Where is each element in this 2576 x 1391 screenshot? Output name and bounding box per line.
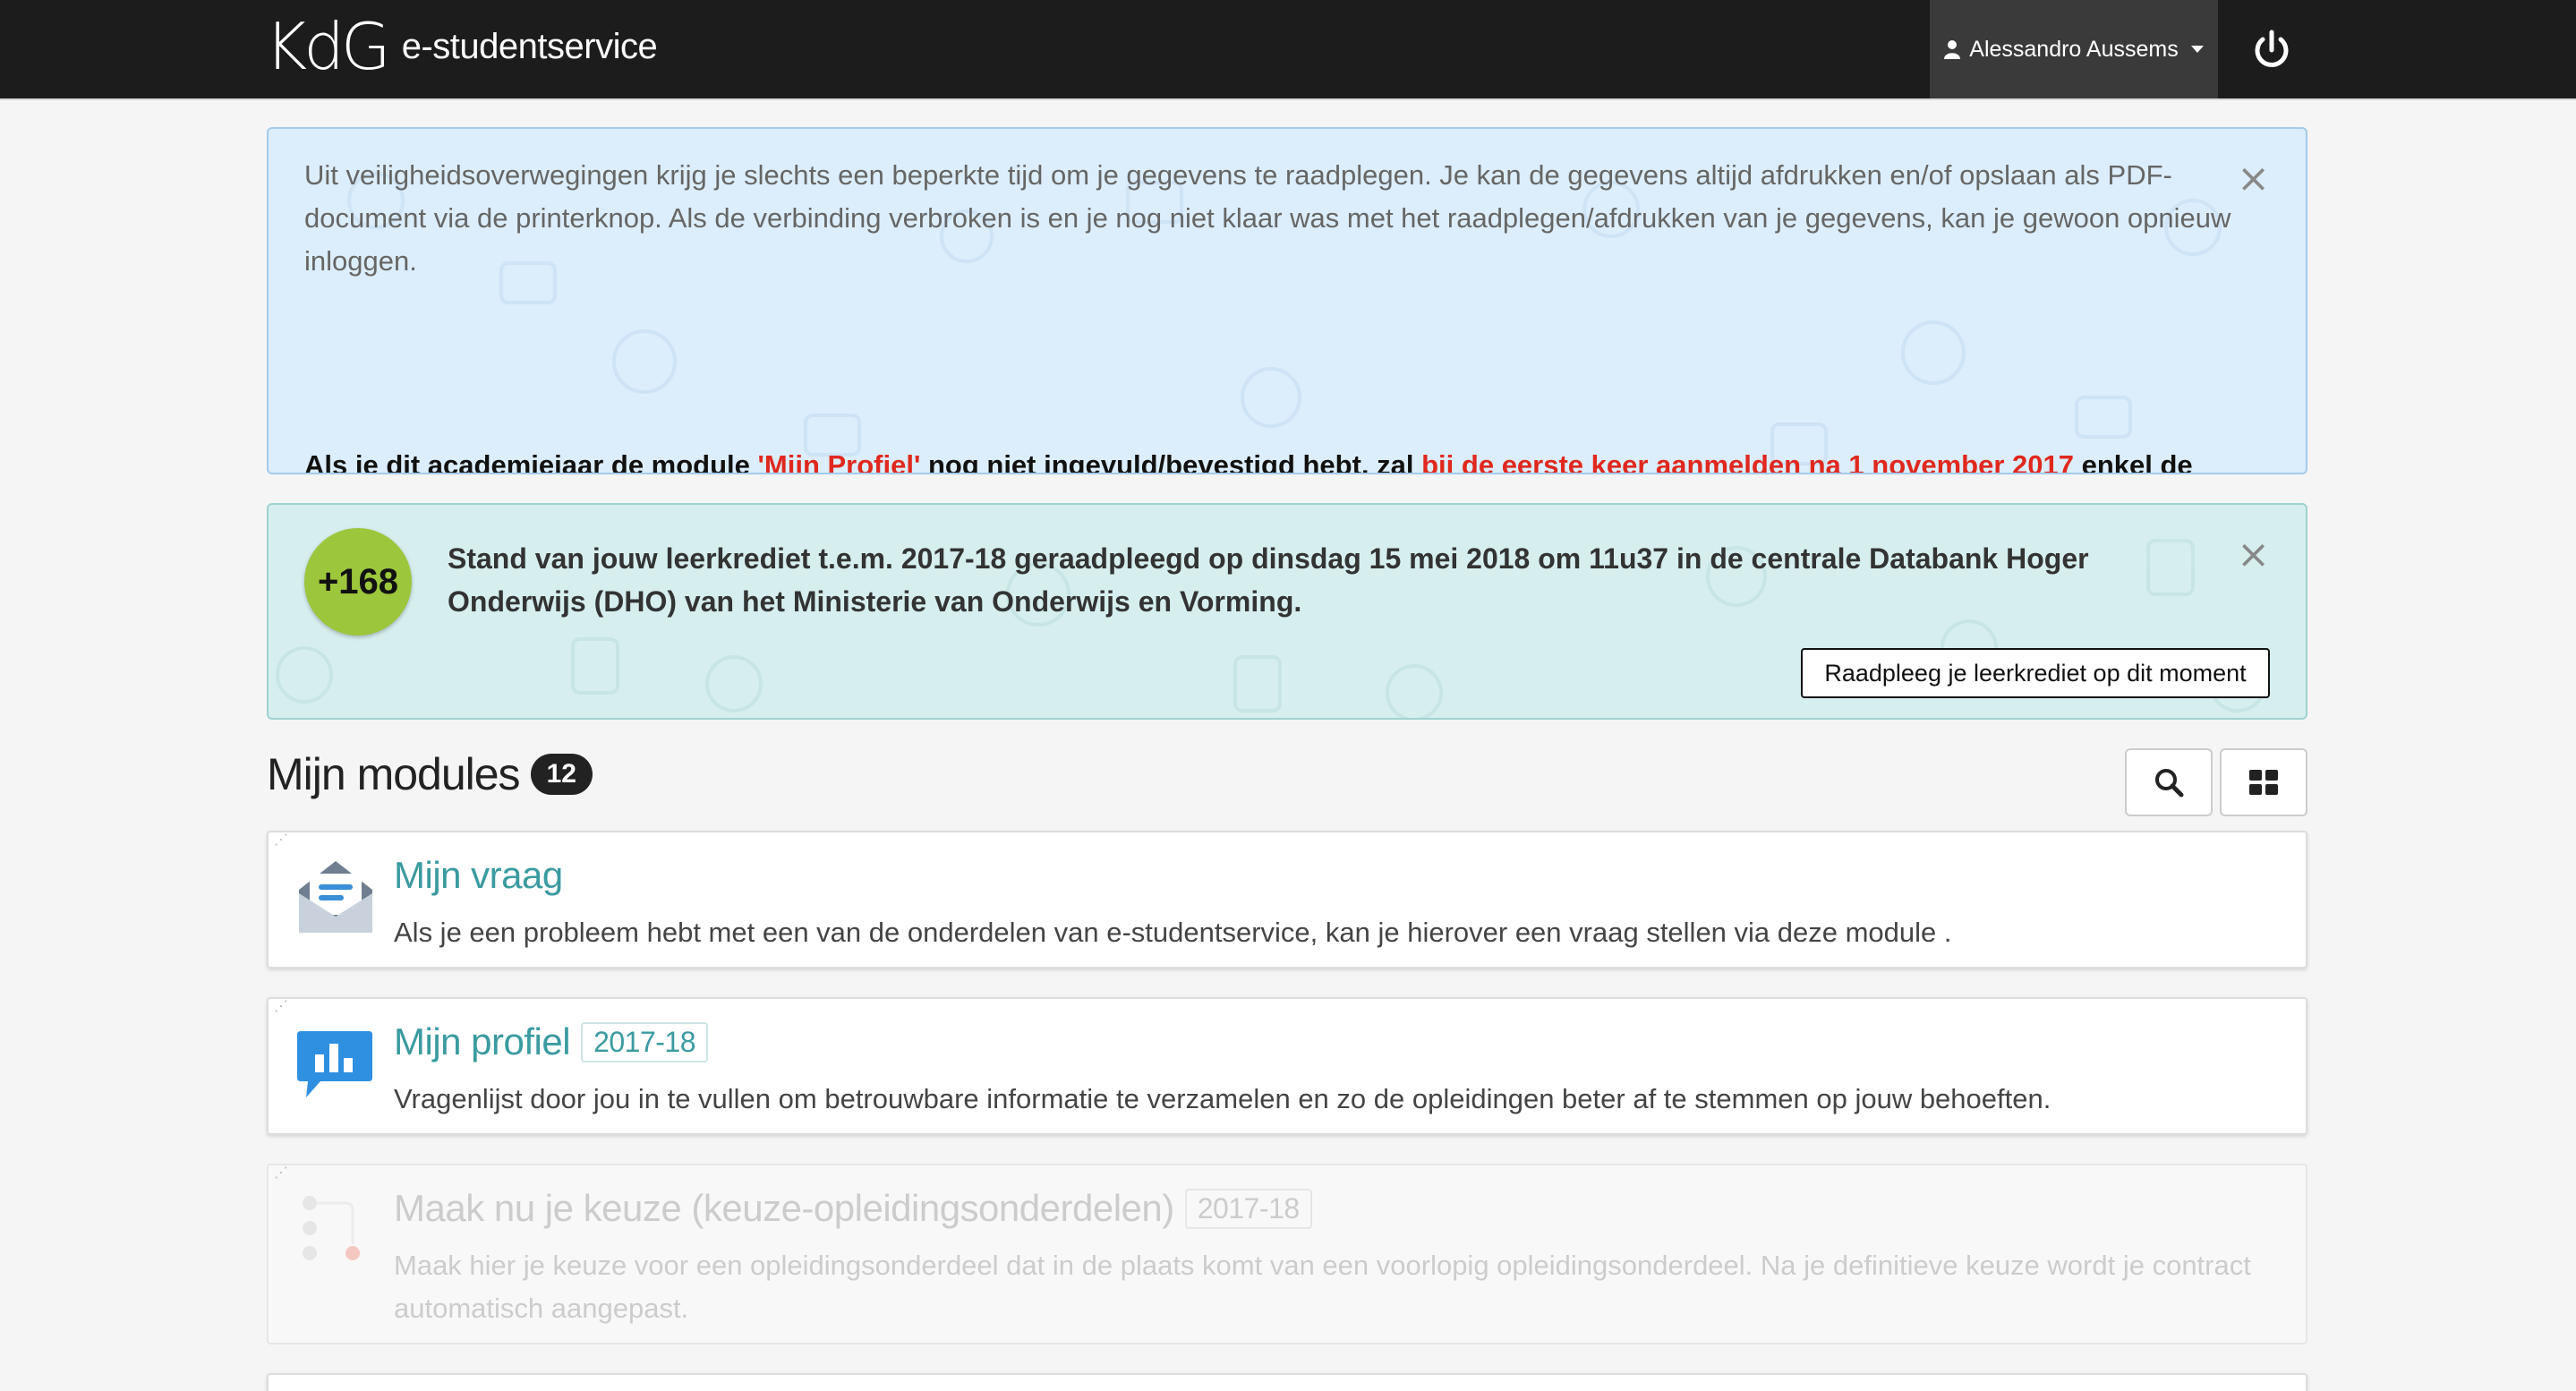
module-description: Als je een probleem hebt met een van de … bbox=[394, 917, 1952, 948]
year-badge: 2017-18 bbox=[1184, 1188, 1312, 1229]
info-alert: Uit veiligheidsoverwegingen krijg je sle… bbox=[267, 127, 2307, 474]
module-card-mijn-vraag[interactable]: ⋰ Mijn vraag Als je een probleem hebt me… bbox=[267, 831, 2307, 969]
power-icon bbox=[2255, 30, 2289, 67]
grid-icon bbox=[2249, 770, 2278, 795]
envelope-icon bbox=[299, 861, 372, 933]
module-description: Vragenlijst door jou in te vullen om bet… bbox=[394, 1083, 2051, 1114]
module-title: Maak nu je keuze (keuze-opleidingsonderd… bbox=[394, 1187, 1312, 1230]
brand-home-link[interactable]: KdG e-studentservice bbox=[265, 9, 658, 84]
search-icon bbox=[2155, 769, 2184, 798]
user-icon bbox=[1944, 40, 1961, 59]
close-icon[interactable]: × bbox=[2237, 535, 2270, 575]
drag-handle-icon[interactable]: ⋰ bbox=[274, 1000, 288, 1014]
info-notice-module: 'Mijn Profiel' bbox=[757, 449, 921, 474]
credit-badge: +168 bbox=[304, 528, 412, 636]
user-menu-dropdown[interactable]: Alessandro Aussems bbox=[1930, 0, 2218, 98]
chart-chat-icon bbox=[297, 1031, 372, 1097]
module-card-mijn-profiel[interactable]: ⋰ Mijn profiel 2017-18 Vragenlijst door … bbox=[267, 997, 2307, 1135]
module-description: Maak hier je keuze voor een opleidingson… bbox=[394, 1250, 2251, 1324]
logout-button[interactable] bbox=[2245, 23, 2299, 77]
drag-handle-icon[interactable]: ⋰ bbox=[274, 833, 288, 848]
info-notice: Als je dit academiejaar de module 'Mijn … bbox=[304, 444, 2256, 474]
top-navbar: KdG e-studentservice Alessandro Aussems bbox=[0, 0, 2576, 100]
caret-down-icon bbox=[2190, 46, 2204, 53]
choice-dots-icon bbox=[303, 1196, 360, 1260]
modules-heading: Mijn modules 12 bbox=[267, 748, 593, 800]
module-title: Mijn profiel 2017-18 bbox=[394, 1020, 709, 1063]
module-card-next[interactable] bbox=[267, 1373, 2307, 1391]
credit-alert: +168 Stand van jouw leerkrediet t.e.m. 2… bbox=[267, 503, 2307, 720]
close-icon[interactable]: × bbox=[2237, 159, 2270, 199]
year-badge: 2017-18 bbox=[581, 1021, 709, 1062]
credit-text: Stand van jouw leerkrediet t.e.m. 2017-1… bbox=[448, 542, 2089, 618]
grid-view-button[interactable] bbox=[2220, 748, 2307, 816]
modules-title: Mijn modules bbox=[267, 749, 521, 799]
modules-count-badge: 12 bbox=[530, 754, 593, 795]
app-name: e-studentservice bbox=[401, 26, 658, 66]
drag-handle-icon[interactable]: ⋰ bbox=[274, 1166, 288, 1181]
info-notice-date: bij de eerste keer aanmelden na 1 novemb… bbox=[1421, 449, 2074, 474]
module-title: Mijn vraag bbox=[394, 854, 563, 896]
search-button[interactable] bbox=[2125, 748, 2213, 816]
module-card-keuze[interactable]: ⋰ Maak nu je keuze (keuze-opleidingsonde… bbox=[267, 1164, 2307, 1344]
info-notice-part1: Als je dit academiejaar de module bbox=[304, 449, 758, 474]
user-name: Alessandro Aussems bbox=[1969, 36, 2179, 62]
kdg-logo: KdG bbox=[265, 9, 391, 84]
info-paragraph: Uit veiligheidsoverwegingen krijg je sle… bbox=[304, 159, 2231, 277]
check-credit-button[interactable]: Raadpleeg je leerkrediet op dit moment bbox=[1801, 648, 2270, 698]
info-notice-part2: nog niet ingevuld/bevestigd hebt, zal bbox=[920, 449, 1422, 474]
